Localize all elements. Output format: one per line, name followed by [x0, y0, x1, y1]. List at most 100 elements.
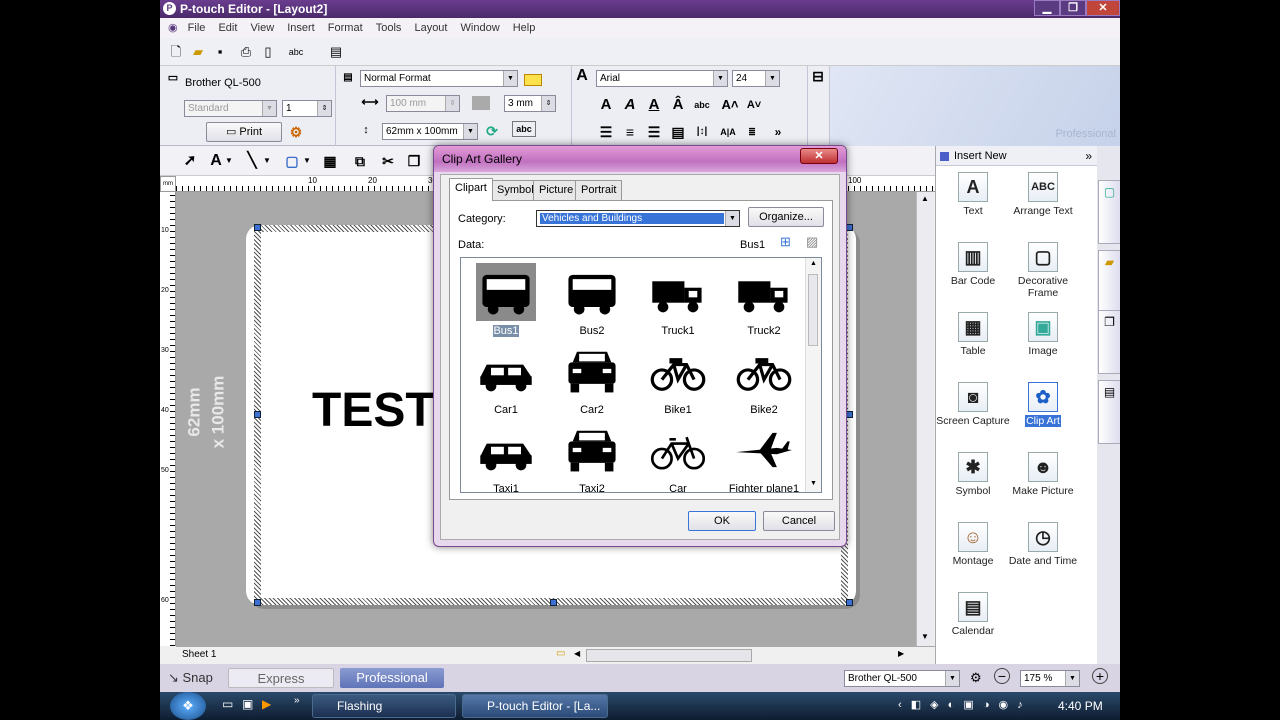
- snap-toggle[interactable]: ↘ Snap: [168, 670, 213, 686]
- start-button[interactable]: ❖: [170, 692, 206, 720]
- menu-help[interactable]: Help: [508, 19, 541, 37]
- zoom-in-icon[interactable]: +: [1092, 668, 1108, 684]
- align-right-icon[interactable]: ☰: [644, 122, 664, 142]
- text-tool-icon[interactable]: A: [206, 151, 226, 171]
- underline-icon[interactable]: A: [644, 95, 664, 115]
- side-tab-new[interactable]: ▢: [1098, 180, 1120, 244]
- new-icon[interactable]: 🗋: [166, 42, 186, 62]
- clipart-item[interactable]: Fighter plane1: [721, 418, 807, 492]
- clipart-item[interactable]: Bike1: [635, 339, 721, 416]
- clipart-item[interactable]: Car1: [463, 339, 549, 416]
- horizontal-scrollbar[interactable]: [586, 649, 752, 662]
- paper-color-swatch[interactable]: [524, 74, 542, 86]
- explorer-icon[interactable]: ▣: [242, 697, 253, 711]
- rotate-icon[interactable]: ⟳: [482, 121, 502, 141]
- express-mode-button[interactable]: Express: [228, 668, 334, 688]
- insert-bar-code[interactable]: ▥ Bar Code: [934, 242, 1012, 287]
- insert-calendar[interactable]: ▤ Calendar: [934, 592, 1012, 637]
- line-spacing-icon[interactable]: ≣: [742, 122, 762, 142]
- align-center-icon[interactable]: ≡: [620, 122, 640, 142]
- vertical-scrollbar[interactable]: ▲ ▼: [916, 192, 934, 646]
- insert-image[interactable]: ▣ Image: [1004, 312, 1082, 357]
- organize-button[interactable]: Organize...: [748, 207, 824, 227]
- professional-mode-button[interactable]: Professional: [340, 668, 444, 688]
- scroll-up-icon[interactable]: ▲: [810, 260, 817, 267]
- copies-spinner[interactable]: 1 ⇕: [282, 100, 332, 117]
- ok-button[interactable]: OK: [688, 511, 756, 531]
- spell-check-icon[interactable]: abc: [286, 42, 306, 62]
- text-style-icon[interactable]: abc: [692, 95, 712, 115]
- align-left-icon[interactable]: ☰: [596, 122, 616, 142]
- clipart-item[interactable]: Taxi2: [549, 418, 635, 492]
- layout-icon[interactable]: ⊟: [808, 66, 828, 86]
- vertical-text-icon[interactable]: |↕|: [692, 122, 712, 142]
- print-button[interactable]: ▭ Print: [206, 122, 282, 142]
- font-combo[interactable]: Arial ▼: [596, 70, 728, 87]
- resize-handle-tr[interactable]: [846, 224, 853, 231]
- scroll-right-icon[interactable]: ▶: [898, 649, 904, 658]
- category-combo[interactable]: Vehicles and Buildings ▼: [536, 210, 740, 227]
- status-settings-icon[interactable]: ⚙: [970, 670, 982, 686]
- resize-handle-mr[interactable]: [846, 411, 853, 418]
- insert-text[interactable]: A Text: [934, 172, 1012, 217]
- chevron-down-icon[interactable]: ▼: [262, 151, 272, 171]
- paper-format-combo[interactable]: Normal Format ▼: [360, 70, 518, 87]
- chevron-down-icon[interactable]: ▼: [302, 151, 312, 171]
- resize-handle-bl[interactable]: [254, 599, 261, 606]
- insert-screen-capture[interactable]: ◙ Screen Capture: [934, 382, 1012, 427]
- printer-settings-icon[interactable]: ⚙: [286, 122, 306, 142]
- paper-size-combo[interactable]: 62mm x 100mm ▼: [382, 123, 478, 140]
- restore-button[interactable]: ❐: [1060, 0, 1086, 16]
- insert-arrange-text[interactable]: ABC Arrange Text: [1004, 172, 1082, 217]
- resize-handle-br[interactable]: [846, 599, 853, 606]
- minimize-button[interactable]: ▁: [1034, 0, 1060, 16]
- menu-app-icon[interactable]: ◉: [160, 18, 180, 37]
- margin-spinner[interactable]: 3 mm ⇕: [504, 95, 556, 112]
- italic-icon[interactable]: A: [620, 95, 640, 115]
- insert-make-picture[interactable]: ☻ Make Picture: [1004, 452, 1082, 497]
- line-tool-icon[interactable]: ╲: [242, 151, 262, 171]
- clipart-item[interactable]: Car: [635, 418, 721, 492]
- side-tab-copy[interactable]: ❐: [1098, 310, 1120, 374]
- insert-montage[interactable]: ☺ Montage: [934, 522, 1012, 567]
- print-icon[interactable]: ⎙: [236, 42, 256, 62]
- text-frame-icon[interactable]: abc: [512, 121, 536, 137]
- close-button[interactable]: ✕: [1086, 0, 1120, 16]
- zoom-out-icon[interactable]: −: [994, 668, 1010, 684]
- task-flashing[interactable]: Flashing: [312, 694, 456, 718]
- collapse-icon[interactable]: »: [1085, 149, 1092, 163]
- clipart-item[interactable]: Truck2: [721, 260, 807, 337]
- justify-icon[interactable]: ▤: [668, 122, 688, 142]
- media-player-icon[interactable]: ▶: [262, 697, 271, 711]
- font-size-combo[interactable]: 24 ▼: [732, 70, 780, 87]
- sheet-nav-icon[interactable]: ▭: [556, 648, 565, 659]
- table-tool-icon[interactable]: ▦: [320, 151, 340, 171]
- insert-table[interactable]: ▦ Table: [934, 312, 1012, 357]
- label-text[interactable]: TEST: [312, 383, 435, 438]
- scroll-down-icon[interactable]: ▼: [810, 480, 817, 487]
- dialog-close-button[interactable]: ✕: [800, 148, 838, 164]
- copy-icon[interactable]: ❐: [404, 151, 424, 171]
- scroll-up-icon[interactable]: ▲: [921, 194, 929, 203]
- delete-icon[interactable]: ▨: [806, 234, 818, 250]
- tab-clipart[interactable]: Clipart: [449, 178, 493, 201]
- tray-icons[interactable]: ‹ ◧ ◈ ◐ ▣ ◑ ◉ ♪: [898, 698, 1026, 711]
- select-arrow-icon[interactable]: ➚: [180, 151, 200, 171]
- clock[interactable]: 4:40 PM: [1058, 699, 1103, 713]
- gallery-scroll-thumb[interactable]: [808, 274, 818, 346]
- outline-icon[interactable]: Â: [668, 95, 688, 115]
- cut-icon[interactable]: ✂: [378, 151, 398, 171]
- open-icon[interactable]: ▰: [188, 42, 208, 62]
- save-icon[interactable]: ▪: [210, 42, 230, 62]
- resize-handle-bm[interactable]: [550, 599, 557, 606]
- menu-view[interactable]: View: [246, 19, 280, 37]
- clipart-item[interactable]: Bike2: [721, 339, 807, 416]
- import-icon[interactable]: ⊞: [780, 234, 791, 250]
- resize-handle-ml[interactable]: [254, 411, 261, 418]
- zoom-combo[interactable]: 175 % ▼: [1020, 670, 1080, 687]
- task-ptouch-editor[interactable]: P-touch Editor - [La...: [462, 694, 608, 718]
- char-spacing-icon[interactable]: A|A: [718, 122, 738, 142]
- decrease-font-icon[interactable]: A˅: [744, 95, 764, 115]
- bold-icon[interactable]: A: [596, 95, 616, 115]
- clipart-item[interactable]: Truck1: [635, 260, 721, 337]
